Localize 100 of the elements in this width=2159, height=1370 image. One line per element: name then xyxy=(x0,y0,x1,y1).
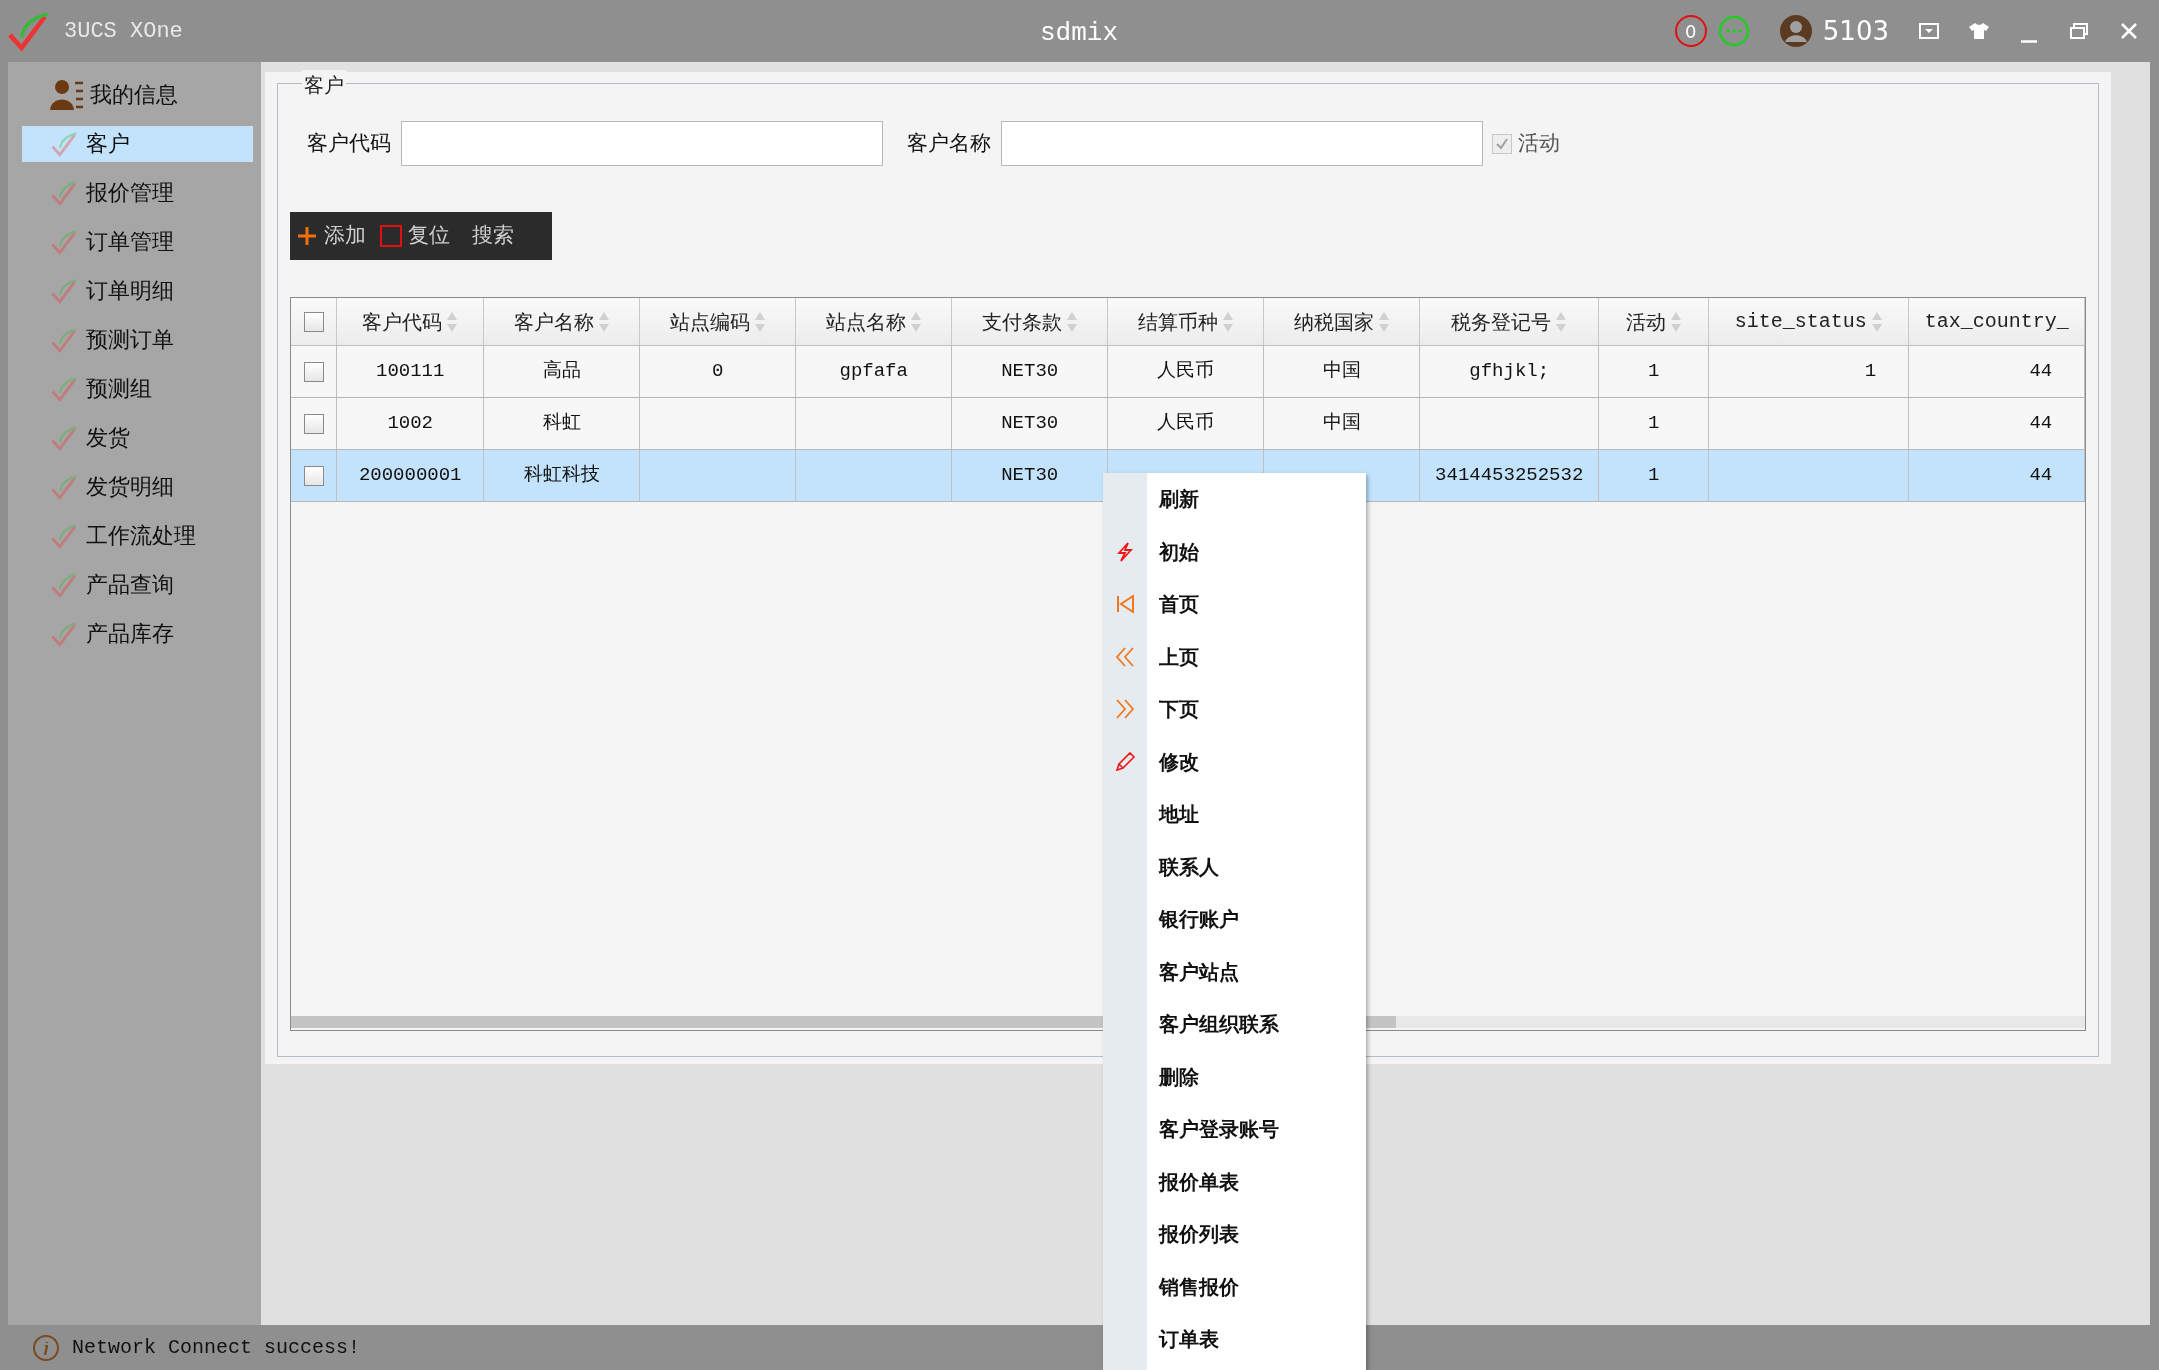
table-row[interactable]: 100111 高品 0 gpfafa NET30 人民币 中国 gfhjkl; 1 1 44 xyxy=(291,346,2086,398)
column-header[interactable]: 支付条款 xyxy=(981,306,1062,337)
column-header[interactable]: 税务登记号 xyxy=(1451,306,1552,337)
app-name: 3UCS XOne xyxy=(64,17,183,46)
column-header[interactable]: 客户名称 xyxy=(513,306,594,337)
menu-item[interactable]: 报价列表 xyxy=(1103,1208,1366,1261)
check-icon xyxy=(49,325,78,354)
toolbar-button[interactable]: 搜索 xyxy=(462,216,517,256)
table-cell-text: gfhjkl; xyxy=(1469,359,1550,385)
sidebar-item[interactable]: 订单管理 xyxy=(21,223,253,260)
column-header[interactable]: 纳税国家 xyxy=(1293,306,1374,337)
first-page-icon xyxy=(1114,593,1136,616)
table-cell-text: 1002 xyxy=(387,411,433,437)
plus-icon xyxy=(296,225,319,247)
sidebar-item[interactable]: 产品库存 xyxy=(21,615,253,652)
table-cell-text: 中国 xyxy=(1322,411,1361,437)
sidebar-item[interactable]: 预测组 xyxy=(21,370,253,407)
table-cell-text: 中国 xyxy=(1322,359,1361,385)
sort-icon[interactable] xyxy=(1221,310,1234,333)
sort-icon[interactable] xyxy=(597,310,610,333)
toolbar-button[interactable]: 复位 xyxy=(378,216,453,256)
table-cell-text: 44 xyxy=(2029,411,2053,437)
sidebar-item[interactable]: 发货明细 xyxy=(21,468,253,505)
restore-icon xyxy=(2069,23,2089,39)
table-cell-text: 200000001 xyxy=(358,463,462,489)
menu-item[interactable]: 客户站点 xyxy=(1103,945,1366,998)
user-list-icon xyxy=(49,77,84,112)
table-cell-text: 3414453252532 xyxy=(1435,463,1584,489)
menu-item[interactable]: 订单表 xyxy=(1103,1313,1366,1366)
double-left-icon xyxy=(1114,645,1136,668)
check-icon xyxy=(49,276,78,305)
column-header[interactable]: 结算币种 xyxy=(1137,306,1218,337)
sort-icon[interactable] xyxy=(1870,310,1883,333)
table-cell-text: NET30 xyxy=(1001,359,1059,385)
menu-item[interactable]: 联系人 xyxy=(1103,840,1366,893)
sidebar-item[interactable]: 产品查询 xyxy=(21,566,253,603)
menu-item[interactable]: 下页 xyxy=(1103,683,1366,736)
sort-icon[interactable] xyxy=(1669,310,1682,333)
minimize-icon xyxy=(2021,39,2037,43)
table-cell-text: 1 xyxy=(1648,359,1660,385)
check-icon xyxy=(49,423,78,452)
square-icon xyxy=(380,225,403,247)
check-icon xyxy=(49,374,78,403)
column-header[interactable]: site_status xyxy=(1734,306,1867,337)
menu-item[interactable]: 销售报价 xyxy=(1103,1260,1366,1313)
table-cell-text: NET30 xyxy=(1001,411,1059,437)
row-checkbox[interactable] xyxy=(303,361,324,382)
user-avatar-icon[interactable] xyxy=(1778,14,1813,48)
close-icon xyxy=(2119,21,2139,41)
table-cell-text: 100111 xyxy=(376,359,445,385)
pencil-icon xyxy=(1114,750,1136,773)
menu-item[interactable]: 银行账户 xyxy=(1103,893,1366,946)
menu-item[interactable]: 修改 xyxy=(1103,735,1366,788)
sidebar-item[interactable]: 工作流处理 xyxy=(21,517,253,554)
column-header[interactable]: 客户代码 xyxy=(362,306,443,337)
check-icon xyxy=(49,521,78,550)
menu-item[interactable]: 客户组织联系 xyxy=(1103,998,1366,1051)
sidebar-item[interactable]: 订单明细 xyxy=(21,272,253,309)
double-right-icon xyxy=(1114,698,1136,721)
check-icon xyxy=(49,227,78,256)
table-cell-text: gpfafa xyxy=(839,359,908,385)
chat-icon[interactable] xyxy=(1716,14,1751,48)
table-cell-text: NET30 xyxy=(1001,463,1059,489)
menu-item[interactable]: 首页 xyxy=(1103,578,1366,631)
table-row[interactable]: 1002 科虹 NET30 人民币 中国 1 44 xyxy=(291,398,2086,450)
sidebar-item[interactable]: 预测订单 xyxy=(21,321,253,358)
toolbar-button[interactable]: 添加 xyxy=(294,216,369,256)
table-cell-text: 44 xyxy=(2029,463,2053,489)
search-field[interactable] xyxy=(1001,121,1484,166)
sidebar-item[interactable]: 客户 xyxy=(21,125,253,162)
table-cell-text: 0 xyxy=(712,359,724,385)
check-icon xyxy=(49,178,78,207)
row-checkbox[interactable] xyxy=(303,465,324,486)
sort-icon[interactable] xyxy=(446,310,459,333)
sort-icon[interactable] xyxy=(909,310,922,333)
sidebar-item[interactable]: 发货 xyxy=(21,419,253,456)
menu-item[interactable]: 删除 xyxy=(1103,1050,1366,1103)
sort-icon[interactable] xyxy=(1065,310,1078,333)
sidebar-item[interactable]: 报价管理 xyxy=(21,174,253,211)
menu-item[interactable]: 初始 xyxy=(1103,525,1366,578)
sort-icon[interactable] xyxy=(1377,310,1390,333)
dropdown-icon xyxy=(1919,23,1939,39)
sort-icon[interactable] xyxy=(1555,310,1568,333)
menu-item[interactable]: 报价单表 xyxy=(1103,1155,1366,1208)
menu-item[interactable]: 客户登录账号 xyxy=(1103,1103,1366,1156)
menu-item[interactable]: 地址 xyxy=(1103,788,1366,841)
sort-icon[interactable] xyxy=(753,310,766,333)
table-cell-text: 科虹科技 xyxy=(523,463,600,489)
table-cell-text: 1 xyxy=(1864,359,1877,385)
column-header[interactable]: tax_country_ xyxy=(1924,306,2069,337)
menu-item[interactable]: 上页 xyxy=(1103,630,1366,683)
column-header[interactable]: 站点编码 xyxy=(669,306,750,337)
row-checkbox[interactable] xyxy=(303,413,324,434)
table-cell-text: 科虹 xyxy=(542,411,581,437)
search-field[interactable] xyxy=(401,121,884,166)
column-header[interactable]: 站点名称 xyxy=(825,306,906,337)
sidebar-header[interactable]: 我的信息 xyxy=(89,78,178,111)
select-all-checkbox[interactable] xyxy=(303,311,324,332)
field-label: 客户代码 xyxy=(307,129,393,157)
column-header[interactable]: 活动 xyxy=(1625,306,1666,337)
